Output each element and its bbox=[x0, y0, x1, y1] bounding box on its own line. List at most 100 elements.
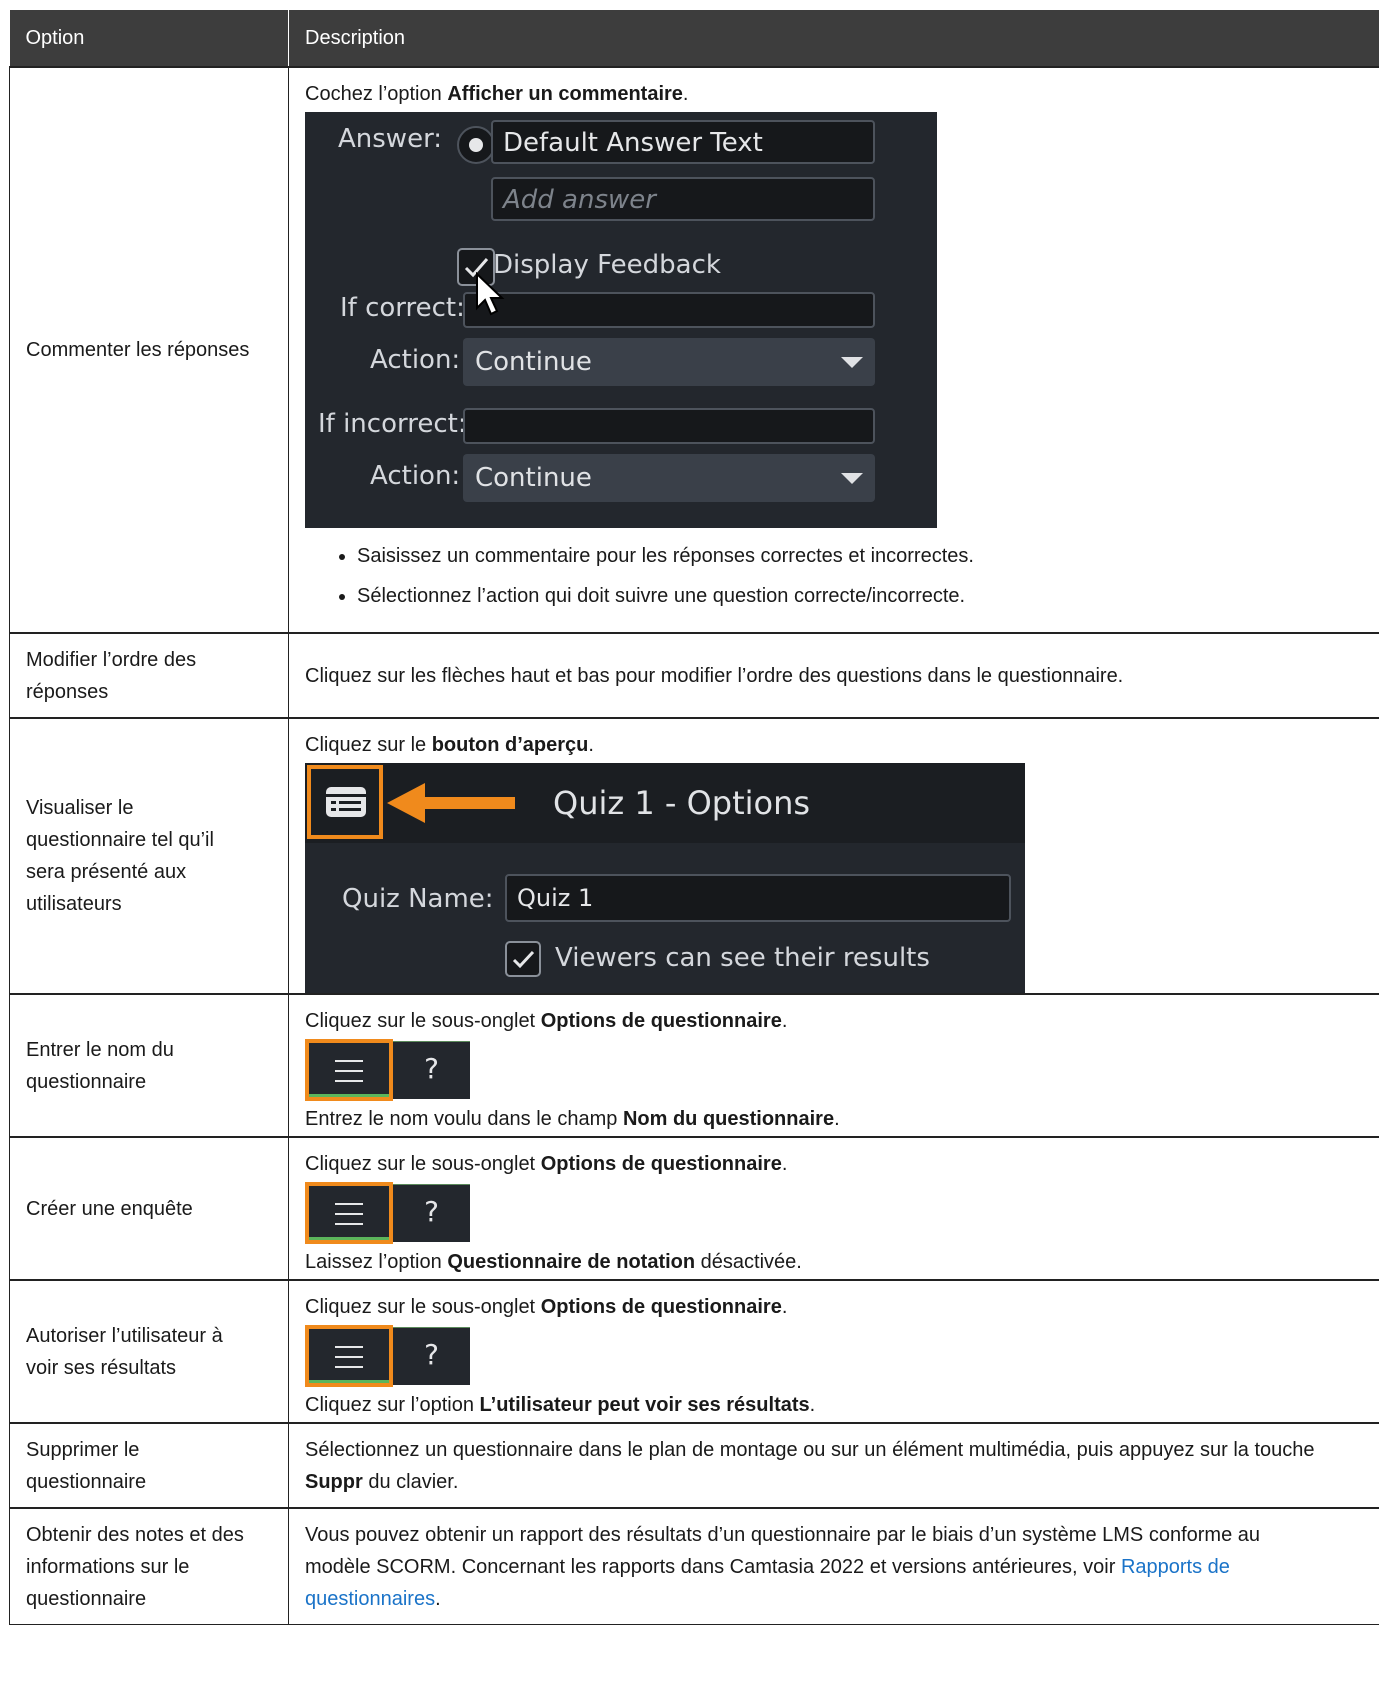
description-cell: Cliquez sur le sous-onglet Options de qu… bbox=[288, 1136, 1379, 1281]
option-text: sera présenté aux bbox=[26, 861, 187, 883]
option-text: Créer une enquête bbox=[26, 1197, 193, 1220]
action2-select-value: Continue bbox=[475, 463, 592, 493]
arrow-left-icon bbox=[387, 783, 515, 823]
option-text: Entrer le nom du bbox=[26, 1038, 174, 1061]
description-text: modèle SCORM. Concernant les rapports da… bbox=[305, 1556, 1121, 1578]
menu-lines-icon bbox=[335, 1203, 363, 1233]
option-cell: Modifier l’ordre des réponses bbox=[9, 632, 289, 719]
chevron-down-icon bbox=[841, 357, 863, 368]
if-correct-label: If correct: bbox=[340, 293, 465, 323]
description-cell: Cliquez sur le bouton d’aperçu. Quiz 1 -… bbox=[288, 717, 1379, 995]
option-cell: Commenter les réponses bbox=[9, 66, 289, 634]
instruction-text: Cliquez sur l’option L’utilisateur peut … bbox=[305, 1394, 816, 1416]
help-tab: ? bbox=[393, 1327, 470, 1385]
if-incorrect-field bbox=[463, 408, 875, 444]
option-text: Modifier l’ordre des bbox=[26, 648, 197, 671]
if-incorrect-label: If incorrect: bbox=[318, 409, 467, 439]
answer-label: Answer: bbox=[338, 124, 443, 154]
mouse-cursor-icon bbox=[476, 272, 505, 316]
description-text: Cliquez sur les flèches haut et bas pour… bbox=[305, 664, 1124, 687]
quiz-options-screenshot: Quiz 1 - Options Quiz Name: Quiz 1 Viewe… bbox=[305, 763, 1025, 993]
instruction-text: Cliquez sur le sous-onglet Options de qu… bbox=[305, 1296, 788, 1318]
option-cell: Créer une enquête bbox=[9, 1136, 289, 1281]
option-text: questionnaire bbox=[26, 1070, 147, 1093]
description-cell: Sélectionnez un questionnaire dans le pl… bbox=[288, 1422, 1379, 1509]
description-cell: Cochez l’option Afficher un commentaire.… bbox=[288, 66, 1379, 634]
if-correct-field bbox=[463, 292, 875, 328]
description-text: du clavier. bbox=[362, 1470, 459, 1493]
help-tab: ? bbox=[393, 1184, 470, 1242]
instruction-text: Cochez l’option Afficher un commentaire. bbox=[305, 83, 689, 105]
checkmark-icon bbox=[512, 950, 535, 969]
preview-button-highlight bbox=[307, 765, 383, 839]
quiz-name-field: Quiz 1 bbox=[505, 874, 1011, 922]
table-row: Modifier l’ordre des réponses Cliquez su… bbox=[9, 632, 1379, 719]
action2-label: Action: bbox=[370, 461, 461, 491]
instruction-text: Cliquez sur le sous-onglet Options de qu… bbox=[305, 1153, 788, 1175]
quiz-subtabs-screenshot: ? bbox=[305, 1182, 470, 1244]
option-text: Obtenir des notes et des bbox=[26, 1524, 244, 1546]
description-cell: Cliquez sur le sous-onglet Options de qu… bbox=[288, 993, 1379, 1138]
quiz-name-label: Quiz Name: bbox=[342, 884, 494, 914]
option-text: voir ses résultats bbox=[26, 1356, 177, 1379]
question-mark-icon: ? bbox=[424, 1052, 439, 1085]
table-row: Créer une enquête Cliquez sur le sous-on… bbox=[9, 1136, 1379, 1281]
instruction-text: Cliquez sur le bouton d’aperçu. bbox=[305, 734, 594, 756]
quiz-options-title: Quiz 1 - Options bbox=[553, 784, 811, 822]
feedback-settings-screenshot: Answer: Default Answer Text Add answer D… bbox=[305, 112, 937, 528]
answer-radio bbox=[457, 126, 495, 164]
quiz-subtabs-screenshot: ? bbox=[305, 1325, 470, 1387]
preview-icon bbox=[326, 787, 366, 817]
help-tab: ? bbox=[393, 1041, 470, 1099]
option-text: Autoriser l’utilisateur à bbox=[26, 1324, 223, 1347]
option-text: informations sur le bbox=[26, 1556, 190, 1578]
instruction-text: Laissez l’option Questionnaire de notati… bbox=[305, 1251, 802, 1273]
action-select-value: Continue bbox=[475, 347, 592, 377]
table-row: Commenter les réponses Cochez l’option A… bbox=[9, 66, 1379, 634]
instruction-text: Cliquez sur le sous-onglet Options de qu… bbox=[305, 1010, 788, 1032]
option-text: questionnaire tel qu’il bbox=[26, 829, 214, 851]
menu-lines-icon bbox=[335, 1346, 363, 1376]
option-text: questionnaire bbox=[26, 1470, 147, 1493]
add-answer-field: Add answer bbox=[491, 177, 875, 221]
viewers-results-checkbox bbox=[505, 941, 541, 977]
option-text: Commenter les réponses bbox=[26, 339, 250, 361]
description-text: Vous pouvez obtenir un rapport des résul… bbox=[305, 1524, 1260, 1546]
list-item: Sélectionnez l’action qui doit suivre un… bbox=[357, 576, 1363, 616]
keyboard-key-text: Suppr bbox=[305, 1470, 363, 1493]
action2-select: Continue bbox=[463, 454, 875, 502]
description-cell: Cliquez sur le sous-onglet Options de qu… bbox=[288, 1279, 1379, 1424]
table-row: Autoriser l’utilisateur à voir ses résul… bbox=[9, 1279, 1379, 1424]
option-text: Supprimer le bbox=[26, 1438, 140, 1461]
chevron-down-icon bbox=[841, 473, 863, 484]
table-row: Obtenir des notes et des informations su… bbox=[9, 1507, 1379, 1625]
quiz-subtabs-screenshot: ? bbox=[305, 1039, 470, 1101]
question-mark-icon: ? bbox=[424, 1195, 439, 1228]
description-cell: Cliquez sur les flèches haut et bas pour… bbox=[288, 632, 1379, 719]
description-cell: Vous pouvez obtenir un rapport des résul… bbox=[288, 1507, 1379, 1625]
option-text: Visualiser le bbox=[26, 797, 134, 819]
option-cell: Obtenir des notes et des informations su… bbox=[9, 1507, 289, 1625]
quiz-options-tab bbox=[305, 1325, 393, 1387]
option-cell: Autoriser l’utilisateur à voir ses résul… bbox=[9, 1279, 289, 1424]
option-text: utilisateurs bbox=[26, 893, 122, 915]
question-mark-icon: ? bbox=[424, 1338, 439, 1371]
feedback-bullets: Saisissez un commentaire pour les répons… bbox=[305, 536, 1363, 616]
table-row: Supprimer le questionnaire Sélectionnez … bbox=[9, 1422, 1379, 1509]
menu-lines-icon bbox=[335, 1060, 363, 1090]
quiz-options-tab bbox=[305, 1182, 393, 1244]
default-answer-field: Default Answer Text bbox=[491, 120, 875, 164]
header-option: Option bbox=[9, 10, 289, 68]
list-item: Saisissez un commentaire pour les répons… bbox=[357, 536, 1363, 576]
header-description: Description bbox=[288, 10, 1379, 68]
action-select: Continue bbox=[463, 338, 875, 386]
option-text: réponses bbox=[26, 680, 109, 703]
description-text: Sélectionnez un questionnaire dans le pl… bbox=[305, 1438, 1315, 1461]
option-cell: Visualiser le questionnaire tel qu’il se… bbox=[9, 717, 289, 995]
table-header-row: Option Description bbox=[9, 10, 1379, 68]
action-label: Action: bbox=[370, 345, 461, 375]
display-feedback-label: Display Feedback bbox=[493, 250, 721, 280]
option-text: questionnaire bbox=[26, 1588, 147, 1610]
table-row: Entrer le nom du questionnaire Cliquez s… bbox=[9, 993, 1379, 1138]
quiz-options-tab bbox=[305, 1039, 393, 1101]
